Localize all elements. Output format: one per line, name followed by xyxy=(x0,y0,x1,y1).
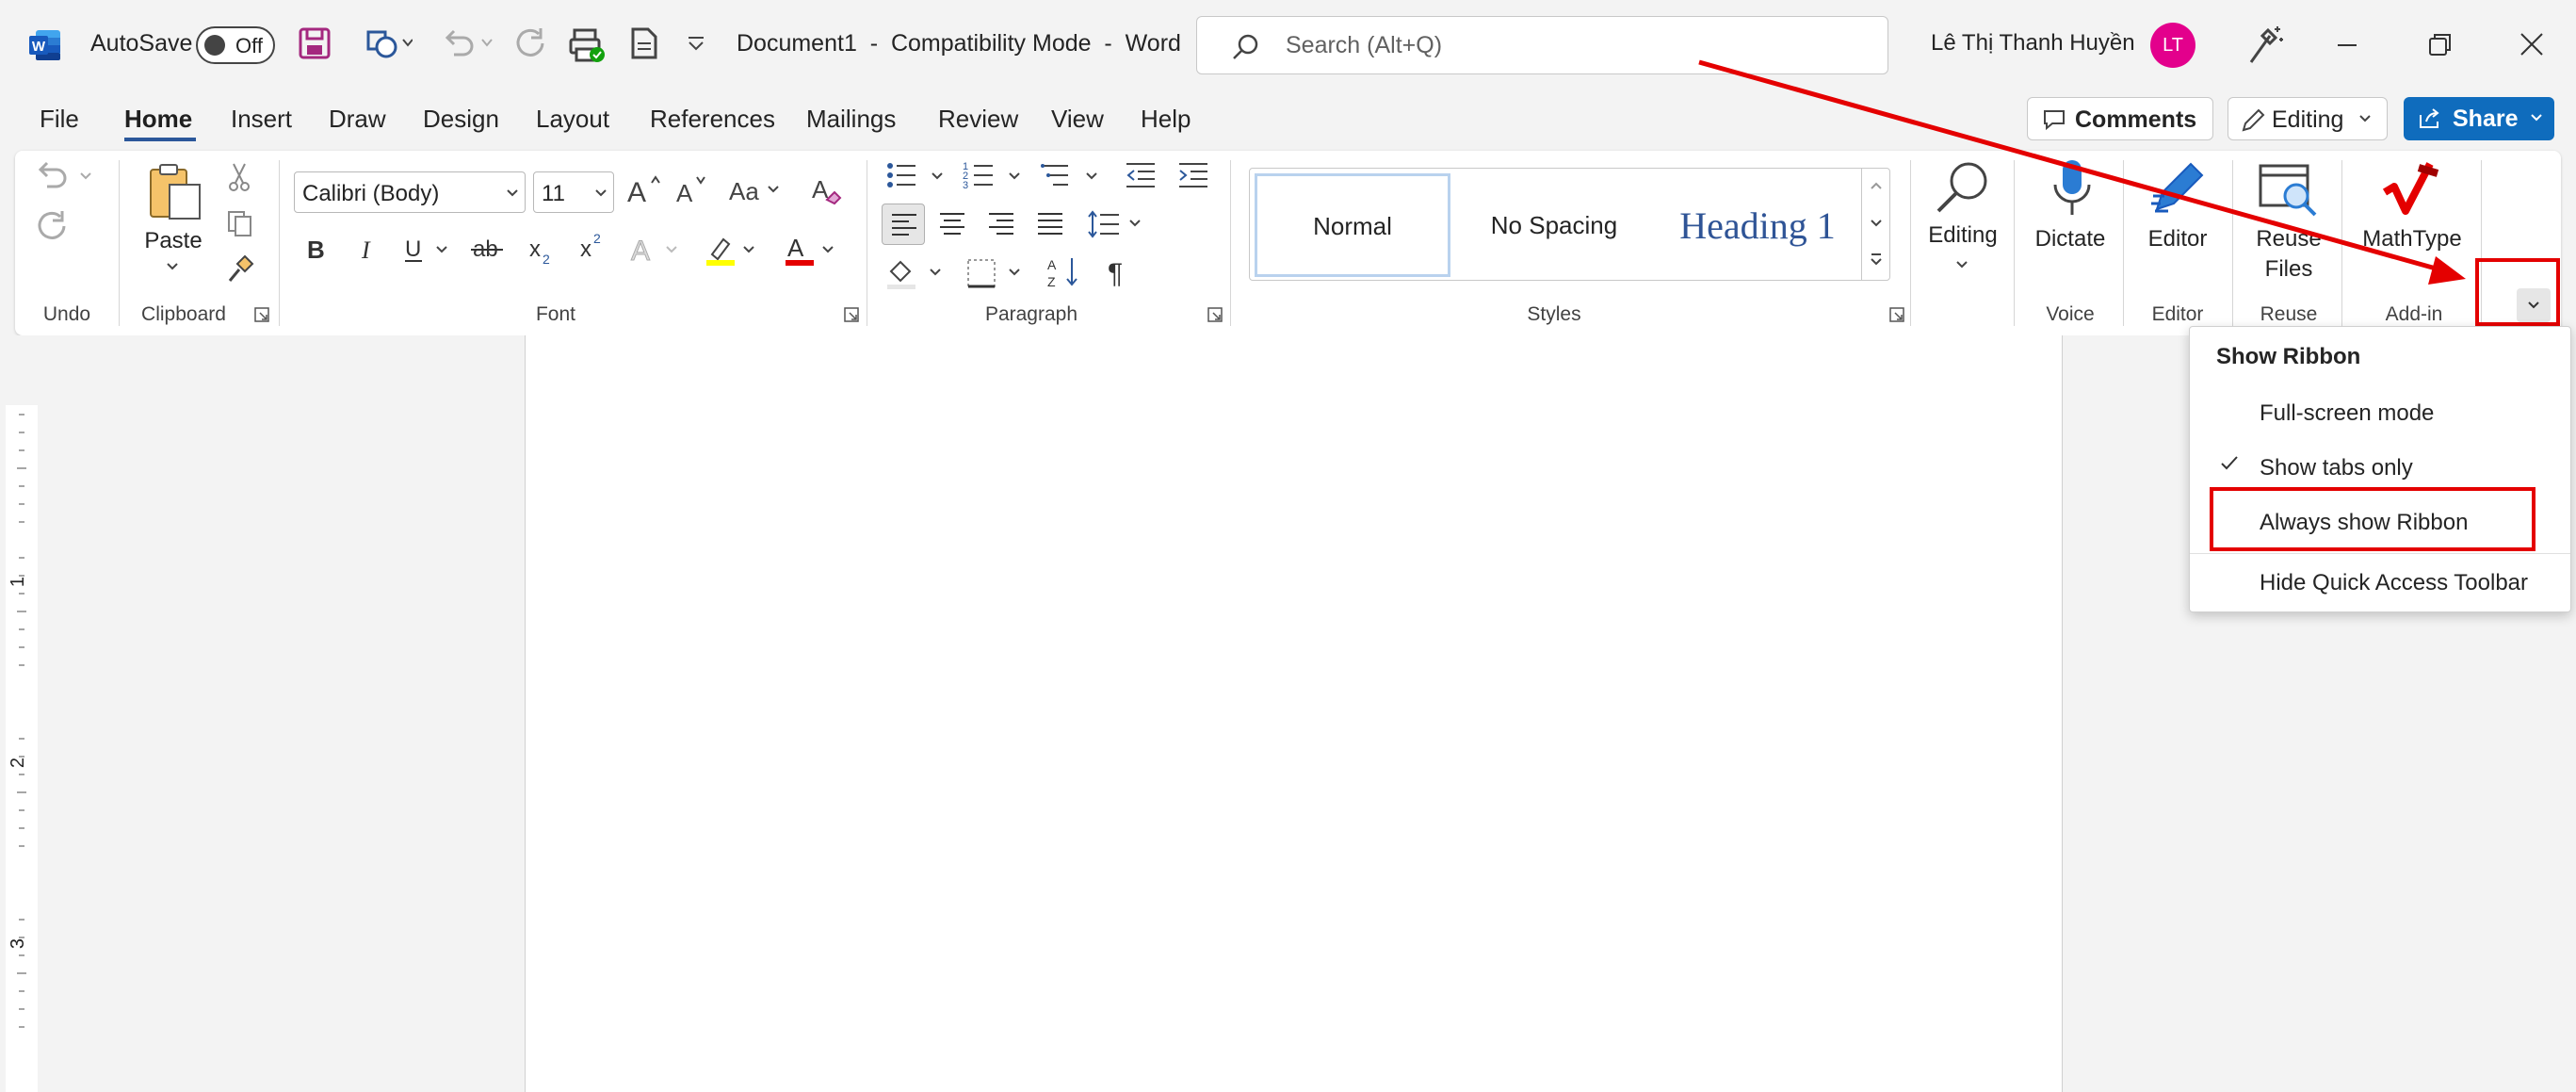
annotation-arrow xyxy=(1698,59,2466,285)
